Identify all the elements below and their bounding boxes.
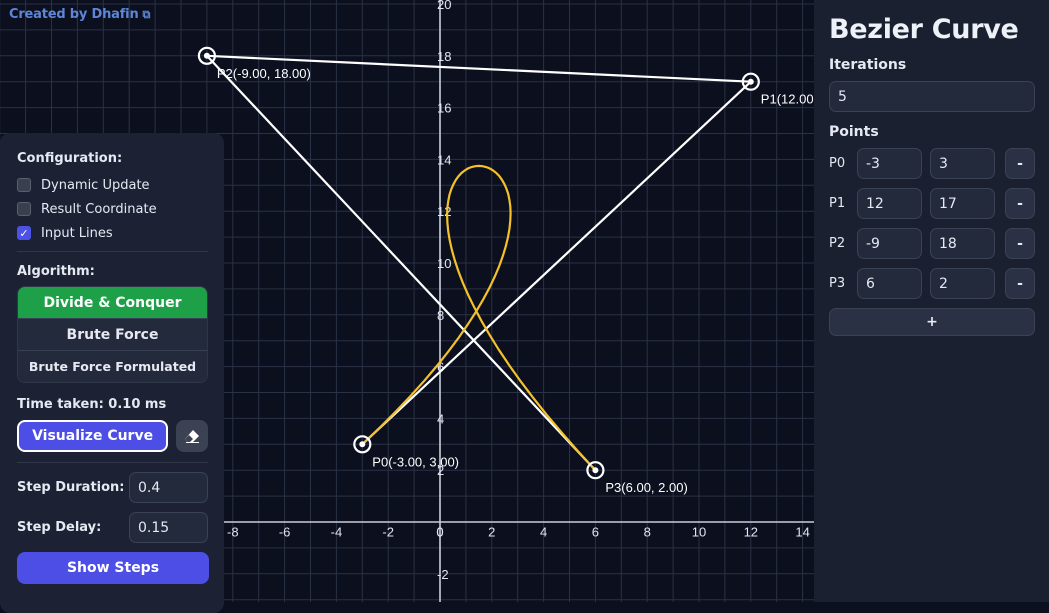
divider xyxy=(17,251,208,252)
show-steps-button[interactable]: Show Steps xyxy=(17,552,209,584)
side-panel: Bezier Curve Iterations Points P0 - P1 -… xyxy=(814,0,1049,602)
step-duration-label: Step Duration: xyxy=(17,480,125,495)
x-tick-label: -2 xyxy=(382,525,394,540)
x-tick-label: 6 xyxy=(592,525,599,540)
y-tick-label: 16 xyxy=(437,101,451,116)
x-tick-label: 2 xyxy=(488,525,495,540)
iterations-input[interactable] xyxy=(829,81,1035,112)
point-row-p1: P1 - xyxy=(829,188,1035,219)
x-tick-label: -4 xyxy=(331,525,343,540)
p0-x-input[interactable] xyxy=(857,148,922,179)
control-point-label: P0(-3.00, 3.00) xyxy=(372,454,459,469)
tick-labels: -8 -6 -4 -2 0 2 4 6 8 10 12 140-22468101214161820 xyxy=(227,0,810,582)
p1-x-input[interactable] xyxy=(857,188,922,219)
result-coordinate-checkbox[interactable] xyxy=(17,202,31,216)
y-tick-label: 20 xyxy=(437,0,451,12)
x-tick-label: 12 xyxy=(744,525,758,540)
algorithm-brute-force-formulated-button[interactable]: Brute Force Formulated xyxy=(18,350,207,382)
y-tick-label: 10 xyxy=(437,256,451,271)
eraser-icon xyxy=(185,430,200,443)
control-point-label: P1(12.00 xyxy=(761,92,814,107)
y-tick-label: -2 xyxy=(437,567,449,582)
visualize-curve-button[interactable]: Visualize Curve xyxy=(17,420,169,452)
add-point-button[interactable]: + xyxy=(829,308,1035,336)
algorithm-divide-conquer-button[interactable]: Divide & Conquer xyxy=(18,287,207,318)
x-tick-label: 8 xyxy=(644,525,651,540)
dynamic-update-checkbox[interactable] xyxy=(17,178,31,192)
time-taken: Time taken: 0.10 ms xyxy=(17,397,167,412)
p1-y-input[interactable] xyxy=(930,188,995,219)
divider xyxy=(17,462,208,463)
step-delay-label: Step Delay: xyxy=(17,520,102,535)
input-lines-checkbox[interactable]: ✓ xyxy=(17,226,31,240)
creator-link[interactable]: Created by Dhafin ⧉ xyxy=(9,7,150,22)
control-point-dot xyxy=(747,78,754,85)
x-tick-label: 10 xyxy=(692,525,706,540)
origin-tick-label: 0 xyxy=(436,525,443,540)
remove-p1-button[interactable]: - xyxy=(1005,188,1035,219)
point-name: P1 xyxy=(829,196,846,211)
step-delay-input[interactable] xyxy=(129,512,208,543)
point-row-p0: P0 - xyxy=(829,148,1035,179)
p0-y-input[interactable] xyxy=(930,148,995,179)
x-tick-label: 14 xyxy=(795,525,809,540)
x-tick-label: -6 xyxy=(279,525,291,540)
remove-p0-button[interactable]: - xyxy=(1005,148,1035,179)
control-point-dot xyxy=(592,467,599,474)
control-point-dot xyxy=(203,52,210,59)
option-result-coordinate[interactable]: Result Coordinate xyxy=(17,197,208,221)
control-point-dot xyxy=(359,441,366,448)
y-tick-label: 14 xyxy=(437,152,451,167)
remove-p2-button[interactable]: - xyxy=(1005,228,1035,259)
point-name: P0 xyxy=(829,156,846,171)
step-duration-input[interactable] xyxy=(129,472,208,503)
p2-x-input[interactable] xyxy=(857,228,922,259)
page-title: Bezier Curve xyxy=(829,14,1019,45)
algorithm-heading: Algorithm: xyxy=(17,264,95,279)
p2-y-input[interactable] xyxy=(930,228,995,259)
option-label: Dynamic Update xyxy=(41,177,150,193)
control-point-label: P2(-9.00, 18.00) xyxy=(217,66,311,81)
point-name: P3 xyxy=(829,276,846,291)
option-label: Input Lines xyxy=(41,225,113,241)
point-name: P2 xyxy=(829,236,846,251)
option-input-lines[interactable]: ✓ Input Lines xyxy=(17,221,208,245)
p3-x-input[interactable] xyxy=(857,268,922,299)
control-points[interactable]: P0(-3.00, 3.00) P1(12.00 P2(-9.00, 18.00) P… xyxy=(197,46,814,495)
algorithm-selector: Divide & Conquer Brute Force Brute Force… xyxy=(17,286,208,383)
x-tick-label: 4 xyxy=(540,525,547,540)
option-label: Result Coordinate xyxy=(41,201,157,217)
eraser-button[interactable] xyxy=(176,420,208,452)
option-dynamic-update[interactable]: Dynamic Update xyxy=(17,173,208,197)
iterations-label: Iterations xyxy=(829,57,907,73)
configuration-panel: Configuration: Dynamic Update Result Coo… xyxy=(0,133,224,613)
configuration-heading: Configuration: xyxy=(17,151,123,166)
point-row-p2: P2 - xyxy=(829,228,1035,259)
x-tick-label: -8 xyxy=(227,525,239,540)
y-tick-label: 4 xyxy=(437,411,444,426)
creator-link-label: Created by Dhafin xyxy=(9,7,139,22)
point-row-p3: P3 - xyxy=(829,268,1035,299)
remove-p3-button[interactable]: - xyxy=(1005,268,1035,299)
p3-y-input[interactable] xyxy=(930,268,995,299)
control-point-label: P3(6.00, 2.00) xyxy=(605,480,687,495)
y-tick-label: 12 xyxy=(437,204,451,219)
external-link-icon: ⧉ xyxy=(142,8,151,21)
algorithm-brute-force-button[interactable]: Brute Force xyxy=(18,318,207,350)
y-tick-label: 8 xyxy=(437,308,444,323)
points-label: Points xyxy=(829,124,879,140)
y-tick-label: 18 xyxy=(437,49,451,64)
